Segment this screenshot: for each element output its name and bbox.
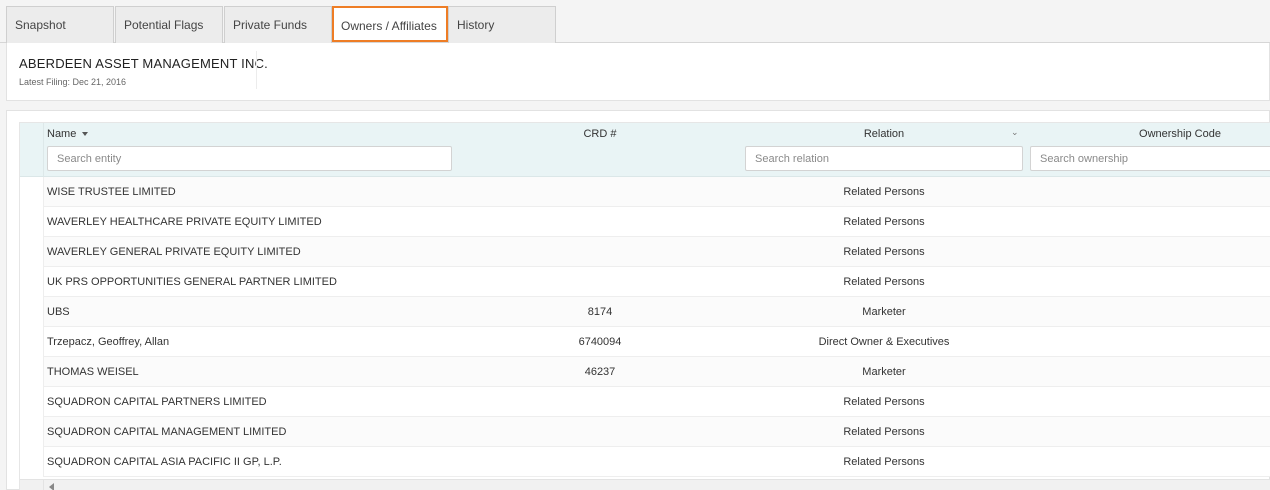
cell-relation: Direct Owner & Executives [818,336,950,348]
tab-owners-affiliates[interactable]: Owners / Affiliates [332,6,448,42]
row-gutter [20,237,44,267]
table-row[interactable]: Trzepacz, Geoffrey, Allan 6740094 Direct O… [20,327,1270,357]
cell-name: WAVERLEY GENERAL PRIVATE EQUITY LIMITED [47,246,301,258]
cell-crd: 46237 [584,366,616,378]
search-relation-input[interactable] [745,146,1023,171]
cell-name: SQUADRON CAPITAL PARTNERS LIMITED [47,396,267,408]
column-header-relation[interactable]: Relation [744,128,1024,140]
sort-down-icon[interactable] [82,132,89,137]
scroll-left-icon[interactable] [49,483,54,490]
latest-filing: Latest Filing: Dec 21, 2016 [19,77,127,87]
cell-relation: Related Persons [843,276,925,288]
column-header-name[interactable]: Name [47,128,89,140]
row-gutter [20,357,44,387]
table-row[interactable]: WISE TRUSTEE LIMITED Related Persons [20,177,1270,207]
row-gutter [20,207,44,237]
tab-potential-flags[interactable]: Potential Flags [115,6,223,43]
cell-relation: Marketer [862,306,906,318]
cell-relation: Related Persons [843,216,925,228]
cell-name: UK PRS OPPORTUNITIES GENERAL PARTNER LIM… [47,276,337,288]
table-row[interactable]: SQUADRON CAPITAL MANAGEMENT LIMITED Relat… [20,417,1270,447]
cell-relation: Related Persons [843,186,925,198]
row-gutter [20,267,44,297]
table-row[interactable]: WAVERLEY GENERAL PRIVATE EQUITY LIMITED R… [20,237,1270,267]
grid-header: Name CRD # Relation ⌄ Ownership Code [20,123,1270,177]
cell-name: THOMAS WEISEL [47,366,139,378]
cell-name: Trzepacz, Geoffrey, Allan [47,336,170,348]
row-gutter [20,417,44,447]
cell-relation: Related Persons [843,396,925,408]
cell-name: UBS [47,306,70,318]
cell-relation: Marketer [862,366,906,378]
table-row[interactable]: WAVERLEY HEALTHCARE PRIVATE EQUITY LIMIT… [20,207,1270,237]
row-gutter [20,297,44,327]
tab-bar: Snapshot Potential Flags Private Funds O… [0,0,1270,43]
owners-grid: Name CRD # Relation ⌄ Ownership Code WIS… [19,122,1270,490]
table-row[interactable]: UK PRS OPPORTUNITIES GENERAL PARTNER LIM… [20,267,1270,297]
company-name: ABERDEEN ASSET MANAGEMENT INC. [19,56,268,71]
row-gutter [20,327,44,357]
tab-history[interactable]: History [448,6,556,43]
table-row[interactable]: UBS 8174 Marketer [20,297,1270,327]
table-row[interactable]: SQUADRON CAPITAL PARTNERS LIMITED Related… [20,387,1270,417]
row-gutter [20,177,44,207]
search-entity-input[interactable] [47,146,452,171]
grid-body: WISE TRUSTEE LIMITED Related Persons WAVE… [20,177,1270,477]
cell-name: SQUADRON CAPITAL MANAGEMENT LIMITED [47,426,287,438]
tab-snapshot[interactable]: Snapshot [6,6,114,43]
column-header-name-label: Name [47,128,77,140]
table-row[interactable]: THOMAS WEISEL 46237 Marketer [20,357,1270,387]
cell-crd: 8174 [587,306,613,318]
cell-name: WISE TRUSTEE LIMITED [47,186,176,198]
table-row[interactable]: SQUADRON CAPITAL ASIA PACIFIC II GP, L.P… [20,447,1270,477]
column-header-crd[interactable]: CRD # [500,128,700,140]
cell-relation: Related Persons [843,426,925,438]
row-gutter-header [20,123,44,176]
search-ownership-input[interactable] [1030,146,1270,171]
scrollbar-corner [20,479,44,490]
tab-private-funds[interactable]: Private Funds [224,6,332,43]
cell-relation: Related Persons [843,456,925,468]
row-gutter [20,387,44,417]
horizontal-scrollbar[interactable] [44,479,1270,490]
cell-name: SQUADRON CAPITAL ASIA PACIFIC II GP, L.P… [47,456,282,468]
owners-grid-panel: Name CRD # Relation ⌄ Ownership Code WIS… [6,110,1270,490]
chevron-down-icon[interactable]: ⌄ [1011,127,1019,138]
row-gutter [20,447,44,477]
cell-name: WAVERLEY HEALTHCARE PRIVATE EQUITY LIMIT… [47,216,322,228]
cell-crd: 6740094 [578,336,622,348]
company-header: ABERDEEN ASSET MANAGEMENT INC. Latest Fi… [6,43,1270,101]
column-header-ownership[interactable]: Ownership Code [1030,128,1270,140]
header-divider [256,51,257,89]
cell-relation: Related Persons [843,246,925,258]
